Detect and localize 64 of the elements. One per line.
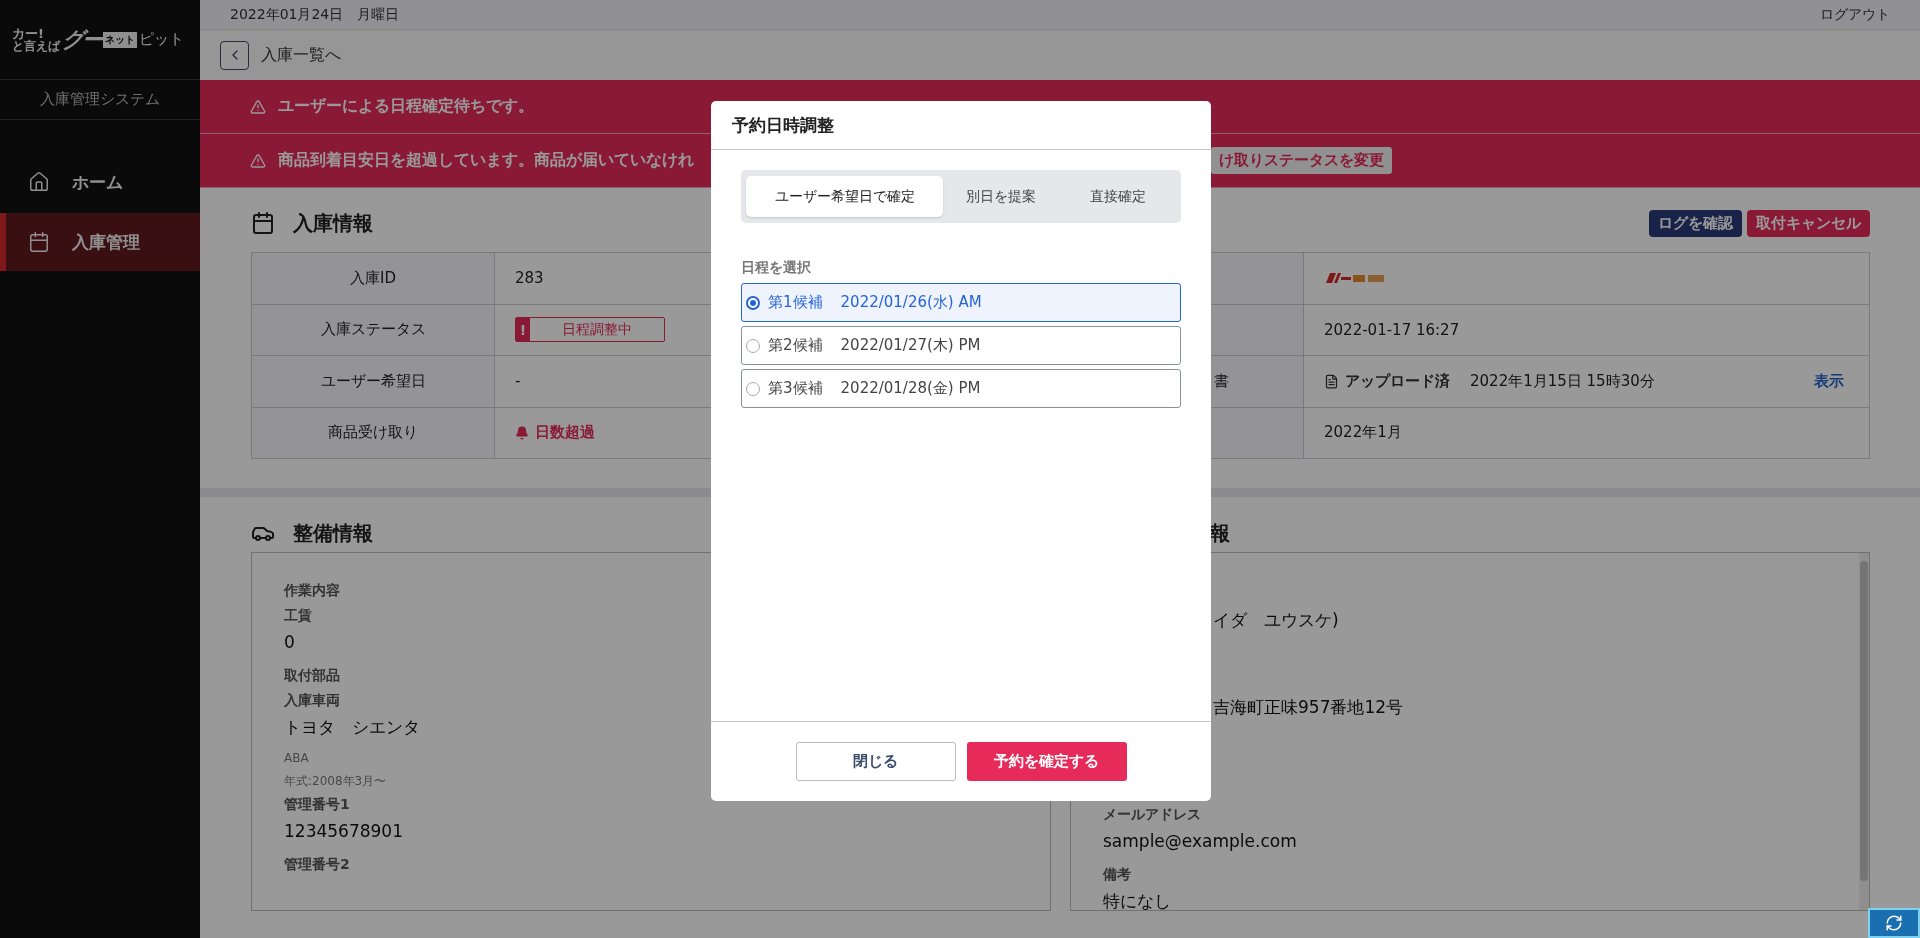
field-value: イダ ユウスケ) bbox=[1212, 609, 1340, 632]
alert-text: ユーザーによる日程確定待ちです。 bbox=[278, 96, 534, 117]
row-label: 商品受け取り bbox=[252, 407, 495, 459]
row-label: 入庫ステータス bbox=[252, 304, 495, 356]
field-value: 0 bbox=[284, 630, 295, 654]
logo-text: ピット bbox=[139, 30, 184, 49]
field-label: 作業内容 bbox=[284, 581, 340, 600]
upload-status: アップロード済 bbox=[1345, 371, 1450, 391]
field-value: sample@example.com bbox=[1103, 829, 1297, 853]
section-title: 整備情報 bbox=[293, 519, 373, 547]
date-option[interactable]: 第2候補 2022/01/27(木) PM bbox=[741, 326, 1181, 365]
field-value: 吉海町正味957番地12号 bbox=[1212, 695, 1405, 719]
tab[interactable]: 直接確定 bbox=[1059, 176, 1176, 217]
confirm-button[interactable]: 予約を確定する bbox=[966, 742, 1127, 781]
field-label: 管理番号1 bbox=[284, 794, 350, 814]
action-button[interactable]: 取付キャンセル bbox=[1747, 209, 1870, 237]
show-link[interactable]: 表示 bbox=[1814, 371, 1844, 391]
status-change-button[interactable]: け取りステータスを変更 bbox=[1211, 147, 1392, 174]
field-label: 備考 bbox=[1103, 864, 1131, 884]
field-label: メールアドレス bbox=[1103, 804, 1201, 824]
row-label: 入庫ID bbox=[252, 253, 495, 305]
logo-text: と言えば bbox=[12, 40, 60, 52]
logout-link[interactable]: ログアウト bbox=[1820, 5, 1890, 24]
option-date: 2022/01/26(水) AM bbox=[840, 293, 982, 312]
date-option[interactable]: 第1候補 2022/01/26(水) AM bbox=[741, 283, 1181, 322]
tab[interactable]: ユーザー希望日で確定 bbox=[746, 176, 943, 217]
nav-item[interactable]: ホーム bbox=[0, 153, 200, 211]
option-number: 第2候補 bbox=[768, 336, 823, 355]
cell-text: 283 bbox=[515, 269, 544, 288]
field-note: 年式:2008年3月〜 bbox=[284, 772, 387, 789]
logo-text: グー bbox=[62, 25, 101, 54]
nav-item[interactable]: 入庫管理 bbox=[0, 213, 200, 271]
option-number: 第3候補 bbox=[768, 379, 823, 398]
field-value: 12345678901 bbox=[284, 819, 403, 843]
field-value: トヨタ シエンタ bbox=[284, 715, 420, 739]
section-title: 入庫情報 bbox=[293, 209, 373, 237]
back-link[interactable]: 入庫一覧へ bbox=[261, 44, 341, 66]
tab[interactable]: 別日を提案 bbox=[943, 176, 1060, 217]
cell-text: 2022-01-17 16:27 bbox=[1324, 320, 1460, 339]
logo-text: カー! bbox=[12, 27, 45, 40]
close-button[interactable]: 閉じる bbox=[795, 742, 956, 781]
option-number: 第1候補 bbox=[768, 293, 823, 312]
date-text: 2022年01月24日 月曜日 bbox=[230, 5, 400, 24]
badge-mark: ! bbox=[516, 318, 530, 342]
row-label: ユーザー希望日 bbox=[252, 356, 495, 408]
overdue-text: 日数超過 bbox=[535, 423, 595, 443]
field-label: 管理番号2 bbox=[284, 854, 350, 874]
alert-text: 商品到着目安日を超過しています。商品が届いていなけれ bbox=[278, 150, 694, 171]
field-label: 日程を選択 bbox=[741, 259, 812, 277]
field-label: 工賃 bbox=[284, 605, 312, 625]
cell-text: - bbox=[515, 372, 521, 391]
date-option[interactable]: 第3候補 2022/01/28(金) PM bbox=[741, 369, 1181, 408]
cell-text: 2022年1月 bbox=[1324, 423, 1402, 443]
action-button[interactable]: ログを確認 bbox=[1649, 209, 1742, 237]
cell-text: 2022年1月15日 15時30分 bbox=[1470, 371, 1655, 391]
field-note: ABA bbox=[284, 750, 309, 767]
section-title: 報 bbox=[1210, 519, 1230, 547]
badge-text: 日程調整中 bbox=[561, 319, 633, 339]
option-date: 2022/01/28(金) PM bbox=[840, 379, 981, 398]
option-date: 2022/01/27(木) PM bbox=[840, 336, 981, 355]
field-label: 取付部品 bbox=[284, 665, 340, 685]
dialog-title: 予約日時調整 bbox=[732, 113, 834, 137]
field-label: 入庫車両 bbox=[284, 690, 340, 710]
field-value: 特になし bbox=[1103, 889, 1171, 910]
